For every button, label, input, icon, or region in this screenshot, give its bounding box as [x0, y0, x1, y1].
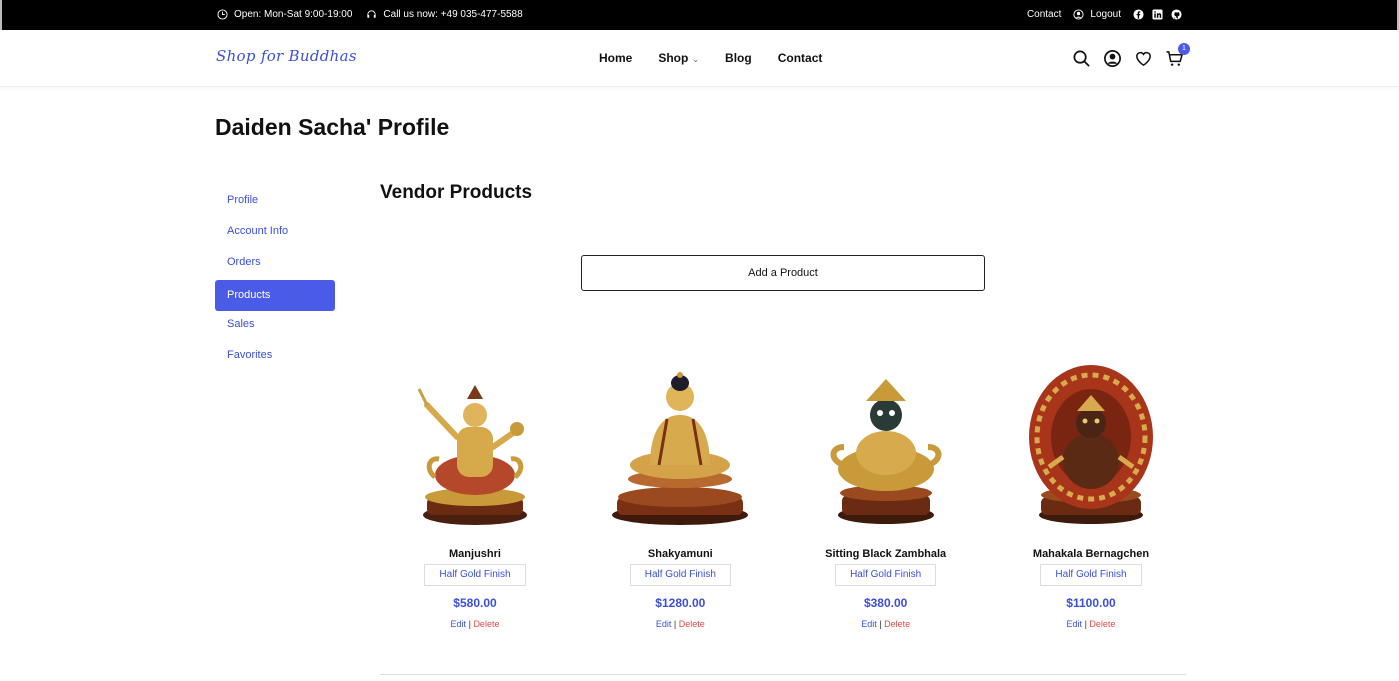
product-variant-badge: Half Gold Finish — [424, 564, 526, 586]
phone-info: Call us now: +49 035-477-5588 — [366, 9, 523, 20]
profile-sidebar: Profile Account Info Orders Products Sal… — [215, 187, 335, 373]
product-price: $1100.00 — [1066, 596, 1116, 610]
section-title: Vendor Products — [380, 182, 533, 203]
heart-icon[interactable] — [1134, 49, 1153, 68]
product-actions: Edit | Delete — [996, 619, 1186, 629]
product-image[interactable] — [585, 352, 775, 532]
edit-product-link[interactable]: Edit — [861, 619, 877, 629]
sidebar-item-products[interactable]: Products — [215, 280, 335, 311]
product-variant-badge: Half Gold Finish — [1040, 564, 1142, 586]
content-divider — [380, 674, 1186, 675]
clock-icon — [217, 9, 228, 20]
nav-shop-label: Shop — [658, 51, 689, 65]
sidebar-item-sales[interactable]: Sales — [215, 311, 335, 342]
main-navigation: Shop for Buddhas Home Shop ⌄ Blog Contact… — [0, 30, 1399, 87]
cart-count-badge: 1 — [1178, 43, 1190, 55]
product-variant-badge: Half Gold Finish — [835, 564, 937, 586]
product-image[interactable] — [996, 352, 1186, 532]
user-circle-icon — [1073, 9, 1084, 20]
product-grid: Manjushri Half Gold Finish $580.00 Edit … — [380, 352, 1186, 629]
cart-button[interactable]: 1 — [1165, 43, 1190, 68]
opening-hours: Open: Mon-Sat 9:00-19:00 — [217, 9, 352, 20]
github-icon[interactable] — [1171, 9, 1182, 20]
facebook-icon[interactable] — [1133, 9, 1144, 20]
topbar-contact-link[interactable]: Contact — [1027, 9, 1061, 20]
product-name: Mahakala Bernagchen — [1032, 548, 1150, 560]
product-price: $1280.00 — [655, 596, 706, 610]
product-card: Manjushri Half Gold Finish $580.00 Edit … — [380, 352, 570, 629]
action-separator: | — [468, 619, 471, 629]
add-product-button[interactable]: Add a Product — [581, 255, 985, 291]
shakyamuni-statue-image — [612, 372, 749, 525]
zambhala-statue-image — [830, 379, 942, 524]
product-image[interactable] — [791, 352, 981, 532]
search-icon[interactable] — [1072, 49, 1091, 68]
sidebar-item-favorites[interactable]: Favorites — [215, 342, 335, 373]
action-separator: | — [673, 619, 677, 629]
product-actions: Edit | Delete — [585, 619, 775, 629]
product-card: Sitting Black Zambhala Half Gold Finish … — [791, 352, 981, 629]
action-separator: | — [1084, 619, 1087, 629]
nav-shop-link[interactable]: Shop ⌄ — [658, 51, 699, 65]
action-separator: | — [879, 619, 882, 629]
nav-icon-group: 1 — [1072, 43, 1190, 68]
top-info-bar: Open: Mon-Sat 9:00-19:00 Call us now: +4… — [0, 0, 1399, 30]
page-title: Daiden Sacha' Profile — [215, 114, 450, 140]
product-actions: Edit | Delete — [380, 619, 570, 629]
product-price: $380.00 — [863, 596, 908, 610]
product-actions: Edit | Delete — [791, 619, 981, 629]
sidebar-item-account-info[interactable]: Account Info — [215, 218, 335, 249]
product-name: Sitting Black Zambhala — [825, 548, 947, 560]
edit-product-link[interactable]: Edit — [656, 619, 672, 629]
delete-product-link[interactable]: Delete — [679, 619, 705, 629]
nav-menu: Home Shop ⌄ Blog Contact — [599, 51, 822, 65]
delete-product-link[interactable]: Delete — [473, 619, 499, 629]
nav-contact-link[interactable]: Contact — [778, 51, 823, 65]
mahakala-statue-image — [1028, 365, 1153, 524]
opening-hours-text: Open: Mon-Sat 9:00-19:00 — [234, 9, 353, 20]
chevron-down-icon: ⌄ — [692, 55, 700, 64]
product-card: Mahakala Bernagchen Half Gold Finish $11… — [996, 352, 1186, 629]
social-links — [1133, 9, 1182, 20]
manjushri-statue-image — [417, 385, 527, 525]
linkedin-icon[interactable] — [1152, 9, 1163, 20]
nav-home-link[interactable]: Home — [599, 51, 632, 65]
phone-text: Call us now: +49 035-477-5588 — [383, 9, 523, 20]
edit-product-link[interactable]: Edit — [451, 619, 467, 629]
edit-product-link[interactable]: Edit — [1067, 619, 1083, 629]
product-name: Manjushri — [449, 548, 501, 560]
product-card: Shakyamuni Half Gold Finish $1280.00 Edi… — [585, 352, 775, 629]
logout-label: Logout — [1090, 9, 1121, 20]
logout-link[interactable]: Logout — [1073, 9, 1121, 20]
headset-icon — [367, 10, 377, 18]
delete-product-link[interactable]: Delete — [884, 619, 910, 629]
delete-product-link[interactable]: Delete — [1089, 619, 1115, 629]
account-icon[interactable] — [1103, 49, 1122, 68]
sidebar-item-profile[interactable]: Profile — [215, 187, 335, 218]
product-variant-badge: Half Gold Finish — [629, 564, 731, 586]
sidebar-item-orders[interactable]: Orders — [215, 249, 335, 280]
product-image[interactable] — [380, 352, 570, 532]
product-name: Shakyamuni — [647, 548, 713, 560]
nav-blog-link[interactable]: Blog — [725, 51, 752, 65]
product-price: $580.00 — [453, 596, 497, 610]
site-logo[interactable]: Shop for Buddhas — [216, 47, 357, 65]
